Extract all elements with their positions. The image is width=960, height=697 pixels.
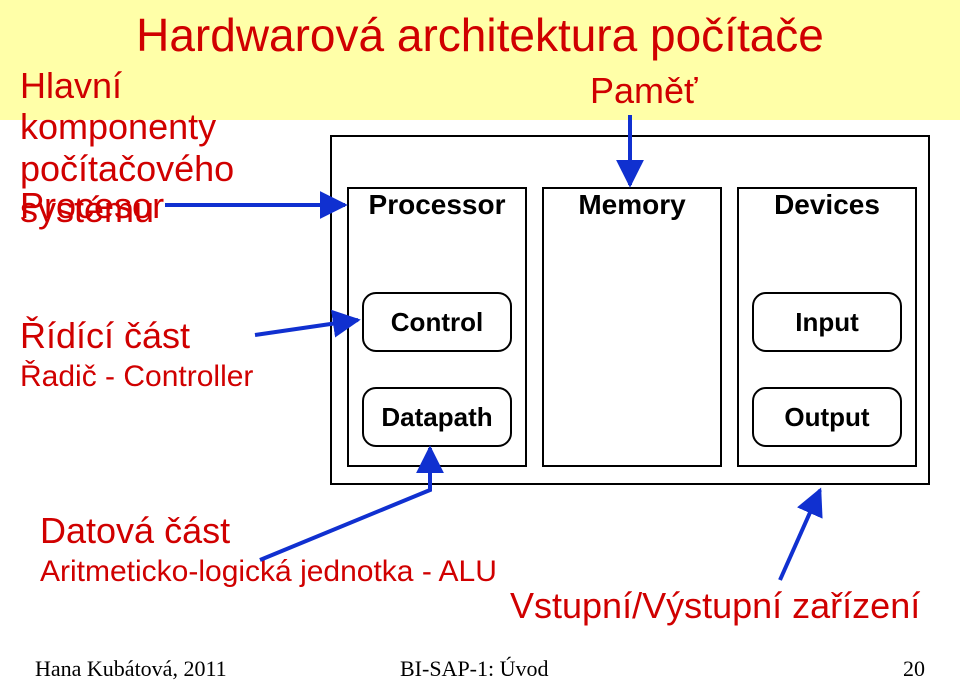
label-processor: Procesor <box>20 185 164 226</box>
diagram-control-label: Control <box>391 307 483 338</box>
label-control-part: Řídící část <box>20 315 190 356</box>
diagram-input-label: Input <box>795 307 859 338</box>
label-controller: Řadič - Controller <box>20 360 253 395</box>
label-io: Vstupní/Výstupní zařízení <box>510 585 920 626</box>
label-alu: Aritmeticko-logická jednotka - ALU <box>40 555 497 590</box>
diagram-outer-box: Processor Memory Devices Control Datapat… <box>330 135 930 485</box>
diagram-memory-title: Memory <box>542 189 722 221</box>
page-title: Hardwarová architektura počítače <box>136 8 824 62</box>
footer-author: Hana Kubátová, 2011 <box>35 656 227 682</box>
footer-course: BI-SAP-1: Úvod <box>400 656 549 682</box>
diagram-output-box: Output <box>752 387 902 447</box>
diagram-processor-title: Processor <box>347 189 527 221</box>
label-data-part: Datová část <box>40 510 230 551</box>
diagram-devices-title: Devices <box>737 189 917 221</box>
diagram-datapath-box: Datapath <box>362 387 512 447</box>
arrow-io <box>780 490 820 580</box>
label-memory: Paměť <box>590 70 698 111</box>
diagram-memory-box <box>542 187 722 467</box>
diagram-input-box: Input <box>752 292 902 352</box>
diagram-datapath-label: Datapath <box>381 402 492 433</box>
footer-page: 20 <box>903 656 925 682</box>
diagram-control-box: Control <box>362 292 512 352</box>
diagram-output-label: Output <box>784 402 869 433</box>
